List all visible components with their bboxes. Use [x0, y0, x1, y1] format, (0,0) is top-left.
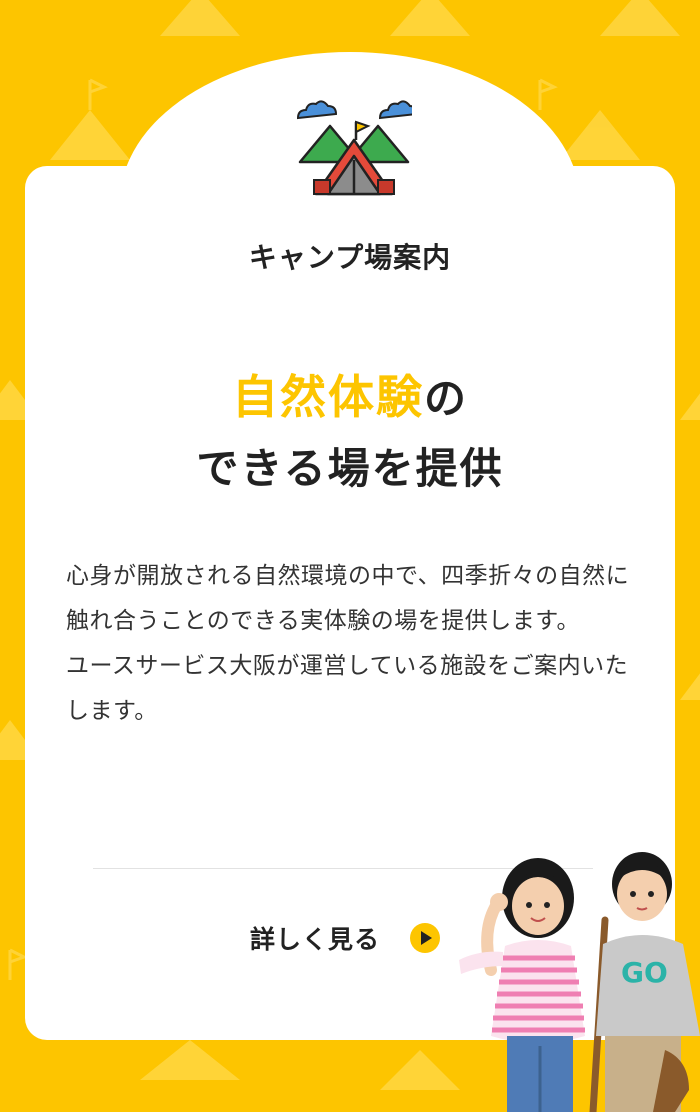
see-more-label: 詳しく見る	[250, 925, 381, 954]
headline-accent: 自然体験	[231, 370, 424, 424]
headline-suffix: の	[423, 374, 468, 423]
boy-figure: GO	[596, 852, 700, 1112]
play-circle-icon	[410, 923, 441, 953]
section-label: キャンプ場案内	[248, 241, 452, 274]
headline: 自然体験の できる場を提供	[0, 362, 700, 504]
see-more-link[interactable]: 詳しく見る	[250, 918, 441, 958]
shirt-text: GO	[621, 956, 668, 989]
description-paragraph-2: ユースサービス大阪が運営している施設をご案内いたします。	[66, 653, 629, 724]
description-paragraph-1: 心身が開放される自然環境の中で、四季折々の自然に触れ合うことのできる実体験の場を…	[66, 563, 630, 634]
card-dome	[120, 52, 580, 352]
camp-tent-icon	[296, 100, 412, 196]
headline-line1: 自然体験の	[0, 362, 700, 434]
description: 心身が開放される自然環境の中で、四季折々の自然に触れ合うことのできる実体験の場を…	[66, 554, 636, 734]
children-photo: GO	[459, 852, 700, 1112]
headline-line2: できる場を提供	[196, 444, 504, 493]
girl-figure	[459, 858, 585, 1112]
